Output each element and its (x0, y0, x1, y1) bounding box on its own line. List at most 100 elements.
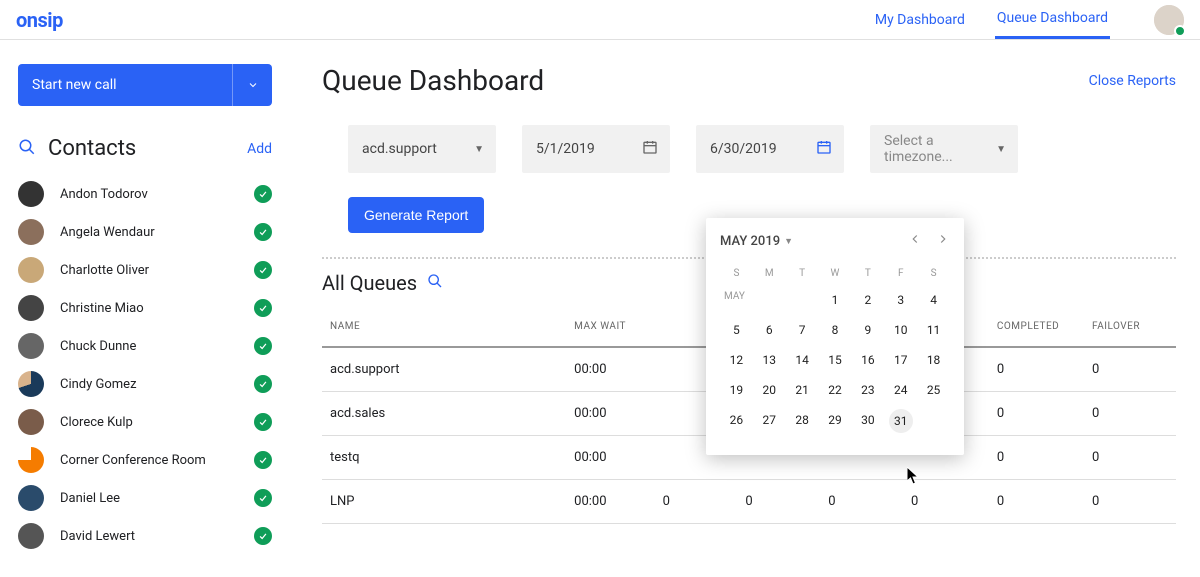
contact-name: Corner Conference Room (60, 453, 206, 468)
nav-my-dashboard[interactable]: My Dashboard (873, 2, 967, 38)
start-call-button[interactable]: Start new call (18, 64, 272, 106)
calendar-day[interactable]: 24 (884, 375, 917, 405)
presence-badge (254, 375, 272, 393)
start-call-dropdown[interactable] (232, 64, 272, 106)
calendar-day[interactable]: 1 (819, 285, 852, 315)
contact-item[interactable]: Andon Todorov (18, 175, 272, 213)
contact-item[interactable]: Angela Wendaur (18, 213, 272, 251)
page-header: Queue Dashboard Close Reports (322, 64, 1176, 97)
presence-badge (254, 185, 272, 203)
calendar-day-header: S (720, 262, 753, 285)
table-cell: testq (322, 436, 566, 480)
contact-name: Clorece Kulp (60, 415, 133, 430)
chevron-down-icon (247, 79, 259, 91)
calendar-day[interactable]: 31 (889, 409, 913, 433)
calendar-prev[interactable] (908, 232, 922, 250)
end-date-value: 6/30/2019 (710, 141, 777, 157)
start-date-input[interactable]: 5/1/2019 (522, 125, 670, 173)
calendar-day[interactable]: 20 (753, 375, 786, 405)
calendar-day[interactable]: 15 (819, 345, 852, 375)
profile-avatar[interactable] (1154, 5, 1184, 35)
calendar-day[interactable]: 27 (753, 405, 786, 437)
calendar-month-label[interactable]: MAY 2019 ▼ (720, 234, 793, 249)
calendar-day[interactable]: 30 (851, 405, 884, 437)
calendar-day-header: T (851, 262, 884, 285)
contact-item[interactable]: Charlotte Oliver (18, 251, 272, 289)
contact-item[interactable]: Cindy Gomez (18, 365, 272, 403)
contact-avatar (18, 447, 44, 473)
contacts-header: Contacts Add (18, 136, 272, 161)
calendar-day-header: M (753, 262, 786, 285)
generate-report-button[interactable]: Generate Report (348, 197, 484, 233)
contact-item[interactable]: Daniel Lee (18, 479, 272, 517)
calendar-day[interactable]: 12 (720, 345, 753, 375)
calendar-icon (816, 139, 832, 159)
calendar-day[interactable]: 25 (917, 375, 950, 405)
calendar-next[interactable] (936, 232, 950, 250)
calendar-day[interactable]: 23 (851, 375, 884, 405)
table-cell: 0 (820, 480, 903, 524)
calendar-day[interactable]: 17 (884, 345, 917, 375)
calendar-day[interactable]: 2 (851, 285, 884, 315)
check-icon (258, 265, 268, 275)
contact-item[interactable]: Clorece Kulp (18, 403, 272, 441)
search-icon[interactable] (427, 273, 443, 293)
queue-select[interactable]: acd.support ▼ (348, 125, 496, 173)
dropdown-icon: ▼ (784, 236, 793, 247)
top-nav: My Dashboard Queue Dashboard (873, 0, 1184, 39)
close-reports-link[interactable]: Close Reports (1089, 73, 1176, 89)
calendar-day[interactable]: 21 (786, 375, 819, 405)
all-queues-title: All Queues (322, 271, 417, 295)
search-icon[interactable] (18, 138, 36, 160)
calendar-day[interactable]: 5 (720, 315, 753, 345)
calendar-day[interactable]: 8 (819, 315, 852, 345)
table-row[interactable]: LNP00:00000000 (322, 480, 1176, 524)
contact-item[interactable]: Chuck Dunne (18, 327, 272, 365)
calendar-day[interactable]: 4 (917, 285, 950, 315)
nav-queue-dashboard[interactable]: Queue Dashboard (995, 0, 1110, 39)
calendar-day[interactable]: 16 (851, 345, 884, 375)
contact-item[interactable]: Corner Conference Room (18, 441, 272, 479)
contact-item[interactable]: David Lewert (18, 517, 272, 555)
contact-avatar (18, 371, 44, 397)
calendar-day[interactable]: 13 (753, 345, 786, 375)
table-cell: 0 (989, 392, 1084, 436)
calendar-day[interactable]: 10 (884, 315, 917, 345)
timezone-placeholder: Select a timezone... (884, 133, 996, 165)
calendar-day[interactable]: 9 (851, 315, 884, 345)
page-title: Queue Dashboard (322, 64, 544, 97)
calendar-day[interactable]: 26 (720, 405, 753, 437)
contact-avatar (18, 409, 44, 435)
calendar-day[interactable]: 6 (753, 315, 786, 345)
table-header: COMPLETED (989, 303, 1084, 347)
dropdown-icon: ▼ (474, 144, 484, 155)
calendar-day[interactable]: 7 (786, 315, 819, 345)
add-contact-link[interactable]: Add (247, 141, 272, 157)
calendar-day[interactable]: 29 (819, 405, 852, 437)
table-cell: 0 (737, 480, 820, 524)
table-cell: LNP (322, 480, 566, 524)
check-icon (258, 379, 268, 389)
contacts-title: Contacts (48, 136, 136, 161)
table-cell: 00:00 (566, 392, 654, 436)
contact-item[interactable]: Christine Miao (18, 289, 272, 327)
calendar-day[interactable]: 22 (819, 375, 852, 405)
check-icon (258, 455, 268, 465)
calendar-day[interactable]: 19 (720, 375, 753, 405)
calendar-day[interactable]: 18 (917, 345, 950, 375)
presence-indicator (1174, 25, 1186, 37)
end-date-input[interactable]: 6/30/2019 (696, 125, 844, 173)
calendar-day-header: T (786, 262, 819, 285)
table-header: MAX WAIT (566, 303, 654, 347)
calendar-day[interactable]: 11 (917, 315, 950, 345)
check-icon (258, 493, 268, 503)
calendar-day[interactable]: 28 (786, 405, 819, 437)
table-cell: 00:00 (566, 436, 654, 480)
check-icon (258, 227, 268, 237)
calendar-day[interactable]: 3 (884, 285, 917, 315)
calendar-day-header: S (917, 262, 950, 285)
timezone-select[interactable]: Select a timezone... ▼ (870, 125, 1018, 173)
table-header: NAME (322, 303, 566, 347)
contacts-list: Andon Todorov Angela Wendaur Charlotte O… (18, 175, 272, 555)
calendar-day[interactable]: 14 (786, 345, 819, 375)
